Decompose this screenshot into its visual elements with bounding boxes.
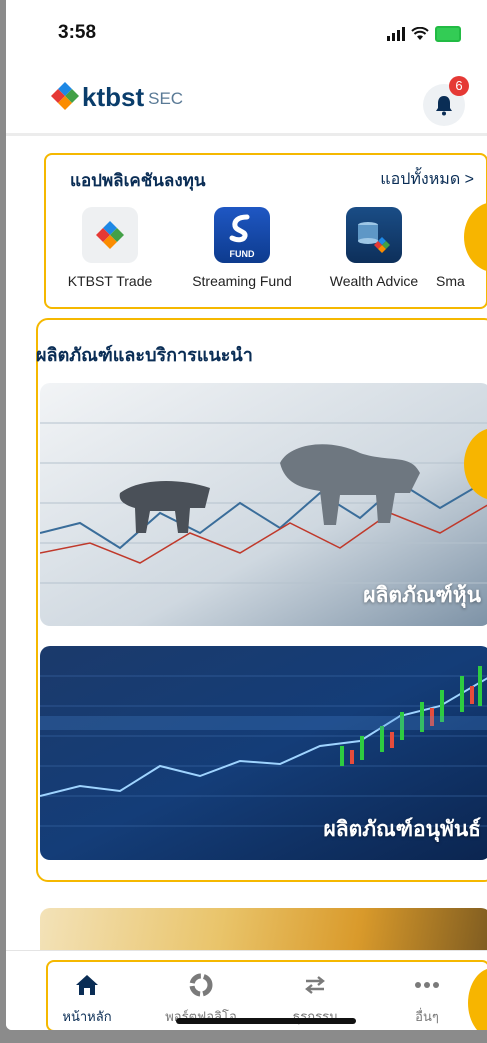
home-icon [42, 972, 132, 998]
transfer-icon [270, 972, 360, 998]
nav-more[interactable]: อื่นๆ [382, 972, 472, 1027]
battery-icon [435, 26, 461, 42]
fund-caption: FUND [229, 249, 255, 259]
home-indicator[interactable] [176, 1018, 356, 1024]
wealth-advice-icon [346, 207, 402, 263]
wifi-icon [411, 27, 429, 40]
app-label: Wealth Advice [329, 273, 419, 289]
notification-badge: 6 [449, 76, 469, 96]
app-streaming-fund[interactable]: FUND Streaming Fund [182, 207, 302, 289]
signal-icon [387, 27, 405, 41]
app-label: KTBST Trade [67, 273, 153, 289]
logo-suffix: SEC [148, 89, 184, 108]
portfolio-icon [156, 972, 246, 998]
nav-home-label: หน้าหลัก [62, 1009, 112, 1024]
apps-section-title: แอปพลิเคชันลงทุน [70, 171, 206, 190]
app-ktbst-trade[interactable]: KTBST Trade [50, 207, 170, 289]
ktbst-logo: ktbst SEC [50, 80, 183, 110]
stock-product-label: ผลิตภัณฑ์หุ้น [363, 584, 481, 607]
derivatives-product-card[interactable]: ผลิตภัณฑ์อนุพันธ์ [40, 646, 487, 860]
app-header: ktbst SEC 6 [6, 60, 487, 134]
logo-text: ktbst [82, 82, 145, 112]
streaming-fund-icon: FUND [214, 207, 270, 263]
notification-button[interactable]: 6 [423, 76, 469, 126]
app-wealth-advice[interactable]: Wealth Advice [314, 207, 434, 289]
see-all-apps-link[interactable]: แอปทั้งหมด > [380, 167, 474, 192]
app-screen: 3:58 ktbst SEC 6 แอปพลิเคชันลงทุน แอปทั้… [6, 0, 487, 1030]
header-divider [6, 133, 487, 136]
more-icon [382, 972, 472, 998]
status-bar: 3:58 [6, 0, 487, 60]
ktbst-logo-mark-icon [51, 82, 79, 110]
ktbst-logo-icon [82, 207, 138, 263]
nav-home[interactable]: หน้าหลัก [42, 972, 132, 1027]
nav-more-label: อื่นๆ [415, 1009, 439, 1024]
status-time: 3:58 [58, 22, 97, 43]
stock-product-card[interactable]: ผลิตภัณฑ์หุ้น [40, 383, 487, 626]
status-icons [387, 26, 461, 42]
bell-icon [436, 96, 452, 116]
app-label: Sma [436, 273, 465, 289]
investment-apps-section: แอปพลิเคชันลงทุน แอปทั้งหมด > KTBST Trad… [44, 153, 487, 309]
products-section-title: ผลิตภัณฑ์และบริการแนะนำ [36, 345, 253, 365]
derivatives-product-label: ผลิตภัณฑ์อนุพันธ์ [323, 818, 481, 841]
app-label: Streaming Fund [192, 273, 292, 289]
